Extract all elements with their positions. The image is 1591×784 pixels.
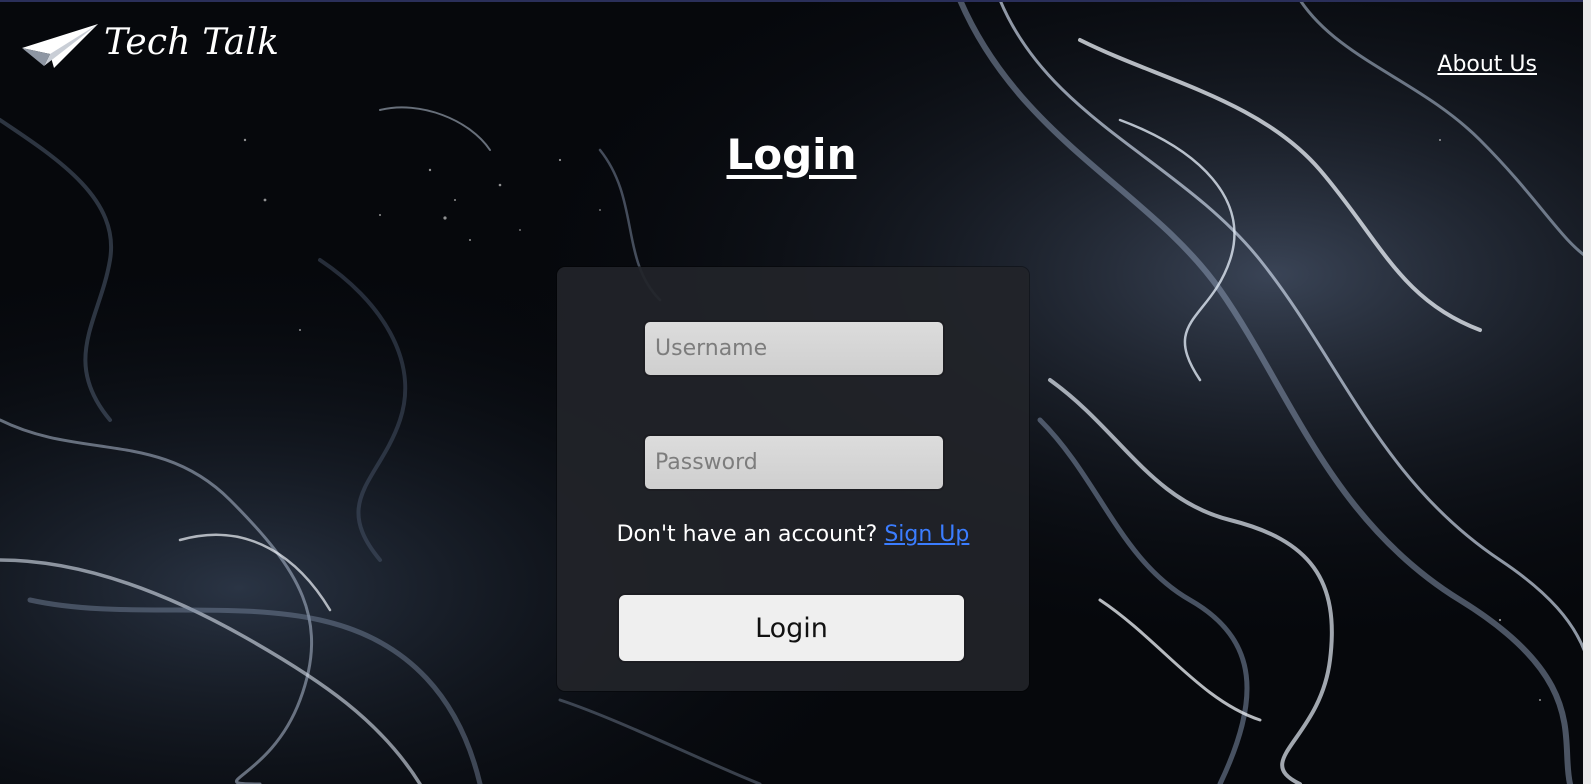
sign-up-link[interactable]: Sign Up <box>884 522 969 547</box>
login-button[interactable]: Login <box>617 593 966 663</box>
brand-logo[interactable]: Tech Talk <box>20 20 279 72</box>
username-input[interactable] <box>643 320 945 377</box>
password-input[interactable] <box>643 434 945 491</box>
about-us-link[interactable]: About Us <box>1437 52 1537 77</box>
vertical-scrollbar[interactable] <box>1583 0 1591 784</box>
login-card: Don't have an account? Sign Up Login <box>557 267 1029 691</box>
brand-name: Tech Talk <box>104 22 280 63</box>
signup-prompt-text: Don't have an account? <box>616 522 885 547</box>
page-title: Login <box>726 130 857 179</box>
signup-prompt-row: Don't have an account? Sign Up <box>557 522 1029 547</box>
paper-plane-icon <box>22 24 98 68</box>
login-page: Tech Talk About Us Login Don't have an a… <box>0 0 1591 784</box>
top-border <box>0 0 1591 2</box>
